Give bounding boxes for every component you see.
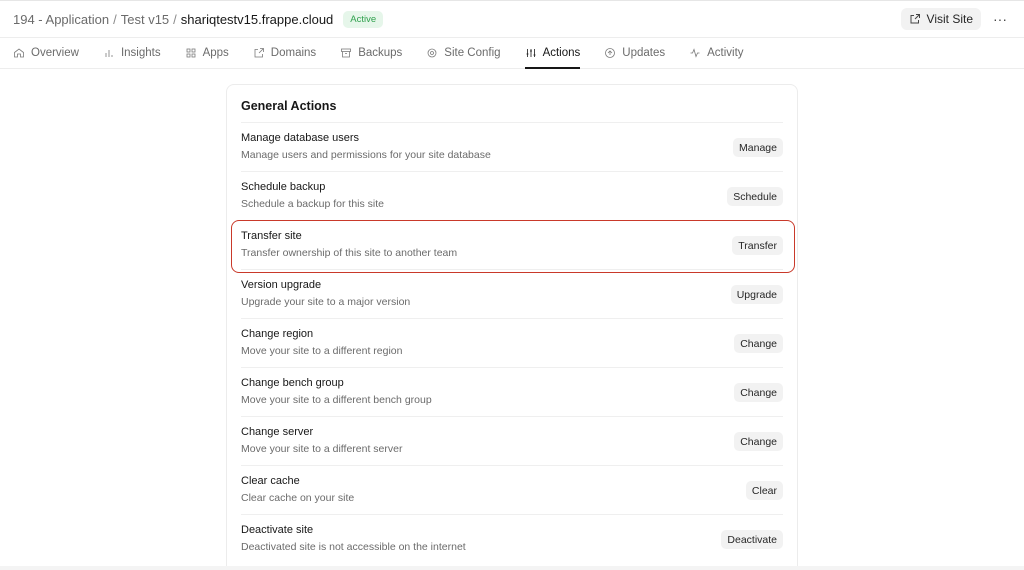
tab-label: Backups	[358, 47, 403, 59]
activity-icon	[690, 48, 700, 58]
bar-chart-icon	[105, 50, 113, 57]
external-link-icon	[254, 48, 264, 58]
breadcrumb-separator: /	[113, 11, 117, 27]
archive-icon	[341, 48, 352, 58]
deactivate-button[interactable]: Deactivate	[721, 530, 783, 549]
change-bench-group-button[interactable]: Change	[734, 383, 783, 402]
action-row-clear-cache: Clear cache Clear cache on your site Cle…	[241, 465, 783, 514]
action-description: Upgrade your site to a major version	[241, 296, 411, 308]
action-title: Clear cache	[241, 475, 300, 487]
manage-button[interactable]: Manage	[733, 138, 783, 157]
breadcrumb: 194 - Application / Test v15 / shariqtes…	[13, 12, 333, 27]
tab-apps[interactable]: Apps	[185, 38, 229, 68]
action-title: Change server	[241, 426, 314, 438]
tab-domains[interactable]: Domains	[253, 38, 316, 68]
transfer-button[interactable]: Transfer	[732, 236, 783, 255]
arrow-up-circle-icon	[605, 48, 616, 58]
sliders-icon	[526, 49, 536, 57]
clear-button[interactable]: Clear	[745, 481, 783, 500]
action-description: Schedule a backup for this site	[241, 198, 385, 210]
schedule-button[interactable]: Schedule	[727, 187, 783, 206]
card-title: General Actions	[241, 99, 337, 113]
tab-label: Apps	[202, 47, 229, 59]
tab-bar: Overview Insights Apps Domains Backups S…	[0, 38, 1024, 69]
tab-backups[interactable]: Backups	[340, 38, 402, 68]
tab-updates[interactable]: Updates	[604, 38, 665, 68]
action-row-version-upgrade: Version upgrade Upgrade your site to a m…	[241, 269, 783, 318]
change-region-button[interactable]: Change	[734, 334, 783, 353]
general-actions-card: General Actions Manage database users Ma…	[226, 84, 798, 570]
actions-list: Manage database users Manage users and p…	[231, 122, 795, 563]
tab-overview[interactable]: Overview	[13, 38, 79, 68]
action-row-change-region: Change region Move your site to a differ…	[241, 318, 783, 367]
action-title: Schedule backup	[241, 181, 326, 193]
breadcrumb-site: shariqtestv15.frappe.cloud	[180, 11, 334, 27]
action-title: Change bench group	[241, 377, 344, 389]
action-title: Transfer site	[241, 230, 302, 242]
upgrade-button[interactable]: Upgrade	[730, 285, 783, 304]
breadcrumb-separator: /	[173, 11, 177, 27]
status-badge: Active	[343, 10, 384, 28]
home-icon	[14, 48, 24, 58]
action-description: Move your site to a different region	[241, 345, 403, 357]
tab-label: Updates	[622, 47, 666, 59]
action-description: Move your site to a different bench grou…	[241, 394, 432, 406]
breadcrumb-bench[interactable]: Test v15	[121, 12, 169, 27]
grid-icon	[186, 48, 195, 58]
tab-actions[interactable]: Actions	[524, 38, 581, 69]
tab-label: Activity	[707, 47, 744, 59]
action-row-change-server: Change server Move your site to a differ…	[241, 416, 783, 465]
breadcrumb-team[interactable]: 194 - Application	[13, 12, 109, 27]
action-row-change-bench-group: Change bench group Move your site to a d…	[241, 367, 783, 416]
action-description: Manage users and permissions for your si…	[241, 149, 491, 161]
gear-icon	[427, 48, 437, 58]
tab-label: Domains	[270, 47, 317, 59]
bottom-edge	[0, 566, 1024, 570]
action-title: Change region	[241, 328, 314, 340]
action-row-transfer-site: Transfer site Transfer ownership of this…	[231, 220, 795, 273]
action-row-manage-database-users: Manage database users Manage users and p…	[241, 122, 783, 171]
tab-label: Overview	[31, 47, 79, 59]
tab-site-config[interactable]: Site Config	[426, 38, 501, 68]
action-description: Deactivated site is not accessible on th…	[241, 541, 466, 553]
action-row-deactivate-site: Deactivate site Deactivated site is not …	[241, 514, 783, 563]
action-description: Move your site to a different server	[241, 443, 403, 455]
more-options-button[interactable]: ···	[989, 8, 1011, 30]
top-bar: 194 - Application / Test v15 / shariqtes…	[0, 0, 1024, 38]
tab-insights[interactable]: Insights	[103, 38, 161, 68]
action-row-schedule-backup: Schedule backup Schedule a backup for th…	[241, 171, 783, 220]
action-description: Clear cache on your site	[241, 492, 355, 504]
action-title: Version upgrade	[241, 279, 322, 291]
visit-site-button[interactable]: Visit Site	[900, 8, 981, 30]
tab-activity[interactable]: Activity	[689, 38, 744, 68]
tab-label: Site Config	[444, 47, 501, 59]
external-link-icon	[910, 14, 920, 24]
tab-label: Insights	[120, 47, 161, 59]
action-title: Deactivate site	[241, 524, 314, 536]
action-description: Transfer ownership of this site to anoth…	[241, 247, 458, 259]
visit-site-label: Visit Site	[926, 12, 973, 26]
change-server-button[interactable]: Change	[734, 432, 783, 451]
action-title: Manage database users	[241, 132, 360, 144]
tab-label: Actions	[542, 47, 581, 59]
